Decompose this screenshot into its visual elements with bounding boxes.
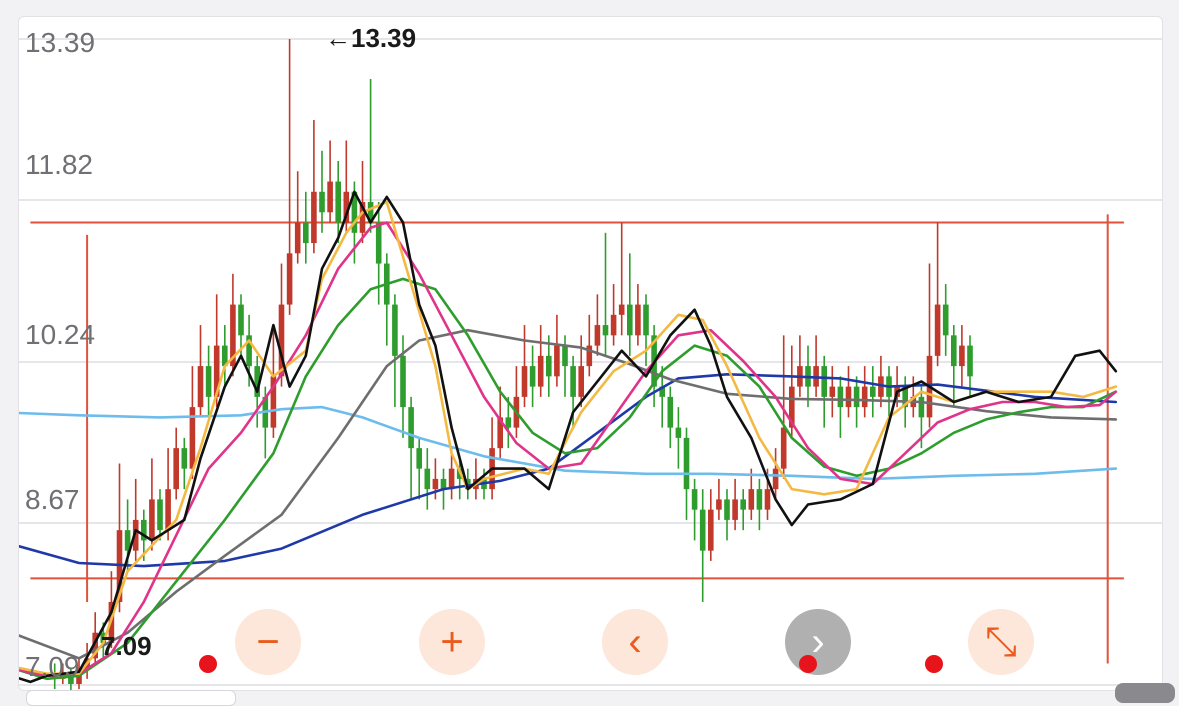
candle-body — [934, 304, 941, 356]
candle-body — [432, 478, 439, 490]
candle-body — [951, 335, 957, 367]
y-tick-label-min: 7.09 — [25, 651, 80, 682]
candle-body — [505, 417, 512, 428]
candle-body — [392, 304, 398, 356]
fullscreen-button[interactable]: ⤡ — [968, 609, 1034, 675]
candle-body — [594, 325, 601, 346]
y-tick-label-3: 10.24 — [25, 319, 96, 350]
indicator-dot — [925, 655, 943, 673]
candle-body — [764, 489, 771, 510]
candle-body — [173, 448, 179, 490]
candle-body — [327, 181, 333, 213]
candle-body — [157, 499, 163, 531]
candle-body — [691, 489, 698, 510]
candle-body — [675, 427, 682, 438]
candle-body — [424, 468, 431, 490]
bottom-panel-handle[interactable] — [1115, 683, 1175, 703]
expand-icon: ⤡ — [985, 620, 1017, 664]
minus-icon: − — [256, 620, 280, 664]
candle-body — [756, 489, 763, 510]
candle-body — [303, 222, 309, 244]
pan-right-button[interactable]: › — [785, 609, 851, 675]
candle-body — [294, 222, 301, 254]
candle-body — [602, 325, 609, 336]
candle-body — [837, 386, 844, 408]
bottom-panel-tab[interactable] — [26, 690, 236, 706]
candle-body — [537, 355, 544, 387]
candlestick-chart[interactable] — [19, 17, 1162, 690]
candle-body — [821, 366, 827, 397]
low-price-label: 7.09 — [101, 631, 152, 661]
candle-body — [959, 345, 965, 367]
candle-body — [708, 509, 714, 551]
candle-body — [699, 509, 706, 551]
candle-body — [238, 304, 244, 336]
candle-body — [570, 366, 576, 397]
candle-body — [529, 366, 536, 387]
y-tick-label-4: 8.67 — [25, 484, 80, 515]
candle-body — [181, 448, 188, 469]
pan-left-button[interactable]: ‹ — [602, 609, 668, 675]
y-tick-label-max: 13.39 — [25, 27, 96, 58]
candle-body — [416, 448, 422, 469]
zoom-out-button[interactable]: − — [235, 609, 301, 675]
candle-body — [683, 437, 690, 490]
candle-body — [748, 489, 755, 510]
candle-body — [732, 499, 738, 520]
candle-body — [448, 468, 455, 490]
candle-body — [918, 396, 925, 418]
candle-body — [724, 499, 730, 520]
candle-body — [197, 366, 204, 408]
candle-body — [311, 191, 317, 244]
candle-body — [335, 181, 341, 223]
plus-icon: + — [440, 620, 464, 664]
indicator-dot — [799, 655, 817, 673]
zoom-in-button[interactable]: + — [419, 609, 485, 675]
candle-body — [870, 386, 876, 397]
candle-body — [408, 407, 414, 449]
candle-body — [610, 314, 617, 336]
candle-body — [546, 355, 552, 377]
candle-body — [149, 499, 155, 541]
candle-body — [942, 304, 949, 336]
candle-body — [845, 386, 852, 408]
candle-body — [829, 386, 836, 397]
candle-body — [375, 222, 382, 264]
candle-body — [967, 345, 973, 377]
candle-body — [780, 427, 787, 469]
y-tick-label-2: 11.82 — [25, 149, 93, 180]
candle-body — [165, 489, 171, 531]
chevron-left-icon: ‹ — [628, 620, 642, 664]
candle-body — [635, 304, 641, 336]
candle-body — [562, 345, 568, 367]
candle-body — [861, 386, 868, 408]
candle-body — [554, 345, 560, 377]
indicator-dot — [199, 655, 217, 673]
candle-body — [643, 304, 649, 336]
candle-body — [286, 253, 293, 305]
candle-body — [205, 366, 212, 397]
candle-body — [319, 191, 325, 213]
candle-body — [667, 396, 674, 428]
high-price-label: ←13.39 — [325, 23, 417, 53]
candle-body — [716, 499, 722, 510]
candle-body — [400, 355, 406, 408]
moving-average-line — [19, 200, 1118, 676]
candle-body — [578, 366, 584, 397]
candle-body — [618, 304, 625, 315]
candle-body — [853, 386, 860, 408]
candle-body — [521, 366, 528, 397]
candle-body — [627, 304, 633, 336]
chart-container: 13.39 11.82 10.24 8.67 7.09 ←13.39 7.09 … — [18, 16, 1163, 691]
candle-body — [772, 468, 779, 490]
candle-body — [740, 499, 746, 510]
